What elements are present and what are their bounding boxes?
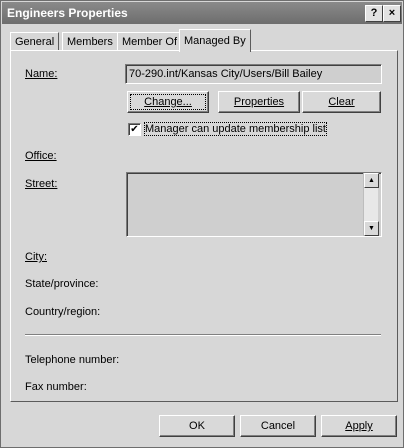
scroll-up-icon[interactable]: ▲ (364, 173, 379, 188)
cancel-button[interactable]: Cancel (240, 415, 316, 437)
ok-button[interactable]: OK (159, 415, 235, 437)
properties-button[interactable]: Properties (218, 91, 300, 113)
tab-managed-by[interactable]: Managed By (179, 29, 251, 52)
tab-member-of[interactable]: Member Of (117, 32, 183, 51)
apply-button-label: Apply (345, 420, 373, 432)
tab-general[interactable]: General (10, 32, 60, 51)
window-title: Engineers Properties (7, 6, 128, 20)
country-region-label: Country/region: (25, 306, 101, 318)
name-label: Name: (25, 68, 58, 80)
change-button[interactable]: Change... (127, 91, 209, 113)
scroll-down-icon[interactable]: ▼ (364, 221, 379, 236)
clear-button-label: Clear (328, 96, 355, 108)
fax-label: Fax number: (25, 381, 87, 393)
street-scrollbar[interactable]: ▲ ▼ (363, 173, 379, 236)
title-bar[interactable]: Engineers Properties ? × (2, 2, 402, 24)
change-button-label: Change... (144, 96, 192, 108)
name-field[interactable]: 70-290.int/Kansas City/Users/Bill Bailey (125, 64, 382, 84)
manager-update-label[interactable]: Manager can update membership list (144, 122, 327, 136)
telephone-label: Telephone number: (25, 354, 120, 366)
properties-window: Engineers Properties ? × General Members… (0, 0, 404, 448)
close-button[interactable]: × (383, 5, 401, 22)
manager-update-checkbox[interactable]: ✔ (128, 123, 141, 136)
managed-by-panel: Name: 70-290.int/Kansas City/Users/Bill … (10, 50, 398, 402)
tab-members[interactable]: Members (62, 32, 118, 51)
separator (25, 334, 381, 336)
office-label: Office: (25, 150, 57, 162)
city-label: City: (25, 251, 47, 263)
help-button[interactable]: ? (365, 5, 383, 22)
street-label: Street: (25, 178, 58, 190)
clear-button[interactable]: Clear (302, 91, 381, 113)
state-province-label: State/province: (25, 278, 99, 290)
apply-button[interactable]: Apply (321, 415, 397, 437)
properties-button-label: Properties (233, 96, 285, 108)
street-textarea[interactable]: ▲ ▼ (126, 172, 382, 237)
